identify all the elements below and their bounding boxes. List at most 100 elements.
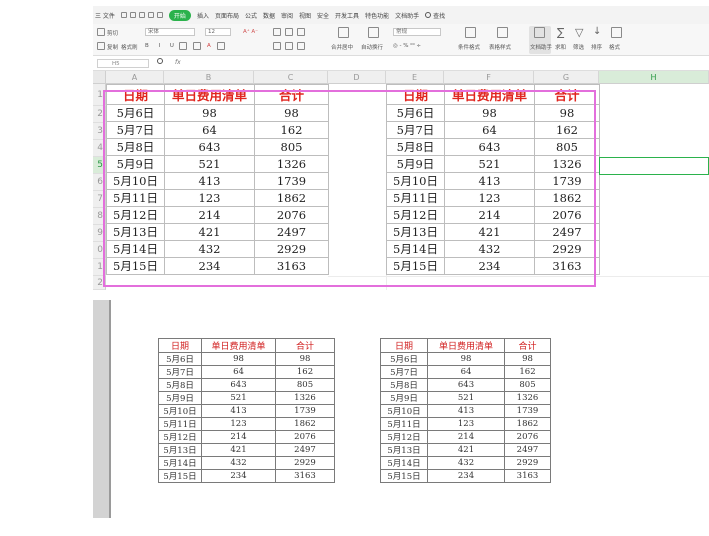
format-icon[interactable] bbox=[611, 27, 622, 38]
doc-helper-button[interactable]: 文档助手 bbox=[530, 43, 552, 51]
align-center-icon[interactable] bbox=[285, 42, 293, 50]
file-menu[interactable]: 三 文件 bbox=[95, 11, 115, 20]
sum-icon[interactable]: ∑ bbox=[557, 26, 564, 39]
left-table-cell[interactable]: 2076 bbox=[254, 206, 329, 224]
right-table-cell[interactable]: 3163 bbox=[534, 257, 600, 275]
row-header[interactable]: 2 bbox=[93, 276, 106, 290]
left-table-cell[interactable]: 214 bbox=[164, 206, 255, 224]
row-header[interactable]: 3 bbox=[93, 123, 106, 140]
right-table-cell[interactable]: 521 bbox=[444, 155, 535, 173]
border-icon[interactable] bbox=[179, 42, 187, 50]
tab-developer[interactable]: 开发工具 bbox=[335, 11, 359, 20]
left-table-cell[interactable]: 98 bbox=[164, 104, 255, 122]
right-table-cell[interactable]: 162 bbox=[534, 121, 600, 139]
left-table-cell[interactable]: 5月10日 bbox=[106, 172, 165, 190]
right-table-cell[interactable]: 98 bbox=[444, 104, 535, 122]
right-table-cell[interactable]: 643 bbox=[444, 138, 535, 156]
left-table-cell[interactable]: 643 bbox=[164, 138, 255, 156]
left-table-cell[interactable]: 432 bbox=[164, 240, 255, 258]
fill-color-icon[interactable] bbox=[193, 42, 201, 50]
align-left-icon[interactable] bbox=[273, 42, 281, 50]
select-all-corner[interactable] bbox=[93, 71, 106, 84]
tab-formulas[interactable]: 公式 bbox=[245, 11, 257, 20]
grow-font-icon[interactable]: A⁺ A⁻ bbox=[243, 29, 258, 35]
column-header-d[interactable]: D bbox=[328, 71, 386, 84]
conditional-format-button[interactable]: 条件格式 bbox=[458, 43, 480, 51]
row-header[interactable]: 9 bbox=[93, 225, 106, 242]
wrap-text-button[interactable]: 自动换行 bbox=[361, 43, 383, 51]
table-style-icon[interactable] bbox=[497, 27, 508, 38]
row-header[interactable]: 6 bbox=[93, 174, 106, 191]
tab-doc-helper[interactable]: 文档助手 bbox=[395, 11, 419, 20]
row-header[interactable]: 1 bbox=[93, 259, 106, 276]
left-table-cell[interactable]: 421 bbox=[164, 223, 255, 241]
right-table-cell[interactable]: 421 bbox=[444, 223, 535, 241]
font-size-select[interactable]: 12 bbox=[205, 28, 231, 36]
right-table-cell[interactable]: 98 bbox=[534, 104, 600, 122]
copy-button[interactable]: 复制 bbox=[107, 43, 118, 51]
column-header-e[interactable]: E bbox=[386, 71, 444, 84]
wrap-text-icon[interactable] bbox=[368, 27, 379, 38]
conditional-format-icon[interactable] bbox=[465, 27, 476, 38]
left-table-header-cell[interactable]: 合计 bbox=[254, 84, 329, 105]
align-top-icon[interactable] bbox=[273, 28, 281, 36]
preview-icon[interactable] bbox=[138, 12, 145, 18]
number-format-select[interactable]: 常规 bbox=[393, 28, 441, 36]
column-header-h[interactable]: H bbox=[599, 71, 709, 84]
left-table-cell[interactable]: 162 bbox=[254, 121, 329, 139]
sort-icon[interactable]: ↓ bbox=[593, 26, 601, 37]
column-header-f[interactable]: F bbox=[444, 71, 534, 84]
left-data-table[interactable]: 日期 单日费用清单 合计 5月6日 98 98 5月7日 64 162 5月8日 643 805 5月9… bbox=[106, 84, 329, 275]
format-painter-button[interactable]: 格式刷 bbox=[121, 43, 138, 51]
right-table-header-cell[interactable]: 日期 bbox=[386, 84, 445, 105]
right-table-cell[interactable]: 5月14日 bbox=[386, 240, 445, 258]
column-header-a[interactable]: A bbox=[106, 71, 164, 84]
right-table-cell[interactable]: 64 bbox=[444, 121, 535, 139]
row-header[interactable]: 0 bbox=[93, 242, 106, 259]
save-icon[interactable] bbox=[120, 12, 127, 18]
cut-button[interactable]: 剪切 bbox=[107, 29, 118, 37]
right-table-cell[interactable]: 5月12日 bbox=[386, 206, 445, 224]
tab-data[interactable]: 数据 bbox=[263, 11, 275, 20]
tab-review[interactable]: 审阅 bbox=[281, 11, 293, 20]
right-table-cell[interactable]: 123 bbox=[444, 189, 535, 207]
left-table-cell[interactable]: 3163 bbox=[254, 257, 329, 275]
left-table-cell[interactable]: 521 bbox=[164, 155, 255, 173]
active-cell-h5[interactable] bbox=[599, 157, 709, 175]
redo-icon[interactable] bbox=[156, 12, 163, 18]
tab-view[interactable]: 视图 bbox=[299, 11, 311, 20]
left-table-cell[interactable]: 2497 bbox=[254, 223, 329, 241]
right-table-header-cell[interactable]: 合计 bbox=[534, 84, 600, 105]
right-table-cell[interactable]: 5月13日 bbox=[386, 223, 445, 241]
print-icon[interactable] bbox=[129, 12, 136, 18]
right-table-cell[interactable]: 413 bbox=[444, 172, 535, 190]
left-table-cell[interactable]: 413 bbox=[164, 172, 255, 190]
left-table-cell[interactable]: 5月14日 bbox=[106, 240, 165, 258]
left-table-cell[interactable]: 1326 bbox=[254, 155, 329, 173]
undo-icon[interactable] bbox=[147, 12, 154, 18]
left-table-cell[interactable]: 98 bbox=[254, 104, 329, 122]
left-table-cell[interactable]: 5月11日 bbox=[106, 189, 165, 207]
right-table-cell[interactable]: 805 bbox=[534, 138, 600, 156]
worksheet-grid[interactable]: A B C D E F G H 1 2 3 4 5 6 7 8 9 0 1 2 … bbox=[93, 71, 709, 290]
right-table-cell[interactable]: 2929 bbox=[534, 240, 600, 258]
right-table-cell[interactable]: 5月6日 bbox=[386, 104, 445, 122]
sum-button[interactable]: 求和 bbox=[555, 43, 566, 51]
font-name-select[interactable]: 宋体 bbox=[145, 28, 195, 36]
right-table-cell[interactable]: 2497 bbox=[534, 223, 600, 241]
merge-center-button[interactable]: 合并居中 bbox=[331, 43, 353, 51]
scissors-icon[interactable] bbox=[97, 28, 105, 36]
left-table-cell[interactable]: 5月13日 bbox=[106, 223, 165, 241]
column-header-b[interactable]: B bbox=[164, 71, 254, 84]
font-style-buttons[interactable]: B I U bbox=[145, 43, 178, 49]
row-header[interactable]: 7 bbox=[93, 191, 106, 208]
right-data-table[interactable]: 日期 单日费用清单 合计 5月6日 98 98 5月7日 64 162 5月8日 643 805 5月9… bbox=[386, 84, 600, 275]
right-table-cell[interactable]: 5月9日 bbox=[386, 155, 445, 173]
right-table-cell[interactable]: 2076 bbox=[534, 206, 600, 224]
row-header[interactable]: 4 bbox=[93, 140, 106, 157]
left-table-cell[interactable]: 2929 bbox=[254, 240, 329, 258]
left-table-cell[interactable]: 805 bbox=[254, 138, 329, 156]
table-style-button[interactable]: 表格样式 bbox=[489, 43, 511, 51]
name-box[interactable]: H5 bbox=[97, 59, 149, 68]
copy-icon[interactable] bbox=[97, 42, 105, 50]
